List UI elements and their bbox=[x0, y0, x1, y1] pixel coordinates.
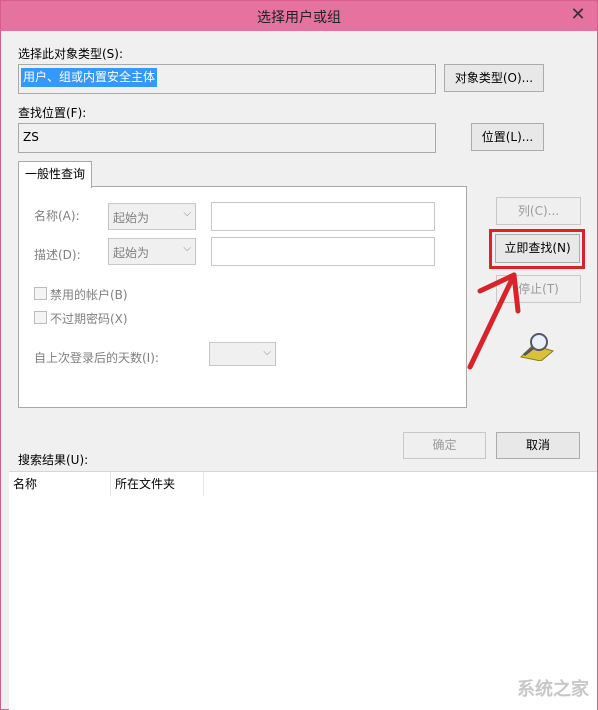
chevron-down-icon: ⌵ bbox=[183, 208, 191, 219]
watermark: 系统之家 bbox=[517, 679, 589, 700]
close-icon[interactable]: ✕ bbox=[567, 4, 589, 26]
days-since-login-label: 自上次登录后的天数(I): bbox=[34, 351, 159, 365]
columns-button: 列(C)... bbox=[496, 197, 581, 225]
cancel-button[interactable]: 取消 bbox=[496, 432, 580, 459]
object-type-label: 选择此对象类型(S): bbox=[18, 47, 124, 61]
location-field[interactable]: ZS bbox=[18, 123, 436, 153]
object-types-button[interactable]: 对象类型(O)... bbox=[444, 64, 544, 92]
ok-button: 确定 bbox=[403, 432, 486, 459]
general-query-panel: 名称(A): 起始为 ⌵ 描述(D): 起始为 ⌵ 禁用的帐户(B) 不过期密码… bbox=[18, 186, 467, 408]
disabled-accounts-checkbox bbox=[34, 287, 47, 300]
location-label: 查找位置(F): bbox=[18, 106, 87, 120]
red-arrow-annotation bbox=[467, 272, 521, 370]
object-type-value: 用户、组或内置安全主体 bbox=[21, 68, 158, 87]
non-expiring-password-label: 不过期密码(X) bbox=[50, 312, 128, 326]
name-label: 名称(A): bbox=[34, 209, 80, 223]
column-header-folder[interactable]: 所在文件夹 bbox=[111, 472, 204, 496]
description-mode-select: 起始为 ⌵ bbox=[108, 238, 196, 265]
title-bar: 选择用户或组 ✕ bbox=[1, 1, 597, 31]
column-header-name[interactable]: 名称 bbox=[9, 472, 111, 496]
locations-button[interactable]: 位置(L)... bbox=[471, 123, 544, 151]
tab-general-query[interactable]: 一般性查询 bbox=[18, 161, 92, 188]
chevron-down-icon: ⌵ bbox=[183, 243, 191, 254]
search-results-label: 搜索结果(U): bbox=[18, 453, 89, 467]
dialog-window: 选择用户或组 ✕ 选择此对象类型(S): 用户、组或内置安全主体 对象类型(O)… bbox=[0, 0, 598, 710]
name-mode-value: 起始为 bbox=[113, 211, 150, 225]
window-title: 选择用户或组 bbox=[257, 10, 341, 26]
name-mode-select: 起始为 ⌵ bbox=[108, 203, 196, 230]
chevron-down-icon: ⌵ bbox=[263, 347, 271, 358]
description-input bbox=[211, 237, 435, 266]
object-type-field[interactable]: 用户、组或内置安全主体 bbox=[18, 64, 436, 94]
location-value: ZS bbox=[23, 130, 39, 144]
non-expiring-password-checkbox bbox=[34, 311, 47, 324]
description-label: 描述(D): bbox=[34, 248, 81, 262]
magnifier-icon bbox=[519, 333, 555, 361]
search-results-list[interactable]: 名称 所在文件夹 bbox=[9, 471, 597, 710]
description-mode-value: 起始为 bbox=[113, 246, 150, 260]
days-since-login-select: ⌵ bbox=[209, 342, 276, 366]
disabled-accounts-label: 禁用的帐户(B) bbox=[50, 288, 128, 302]
name-input bbox=[211, 202, 435, 231]
